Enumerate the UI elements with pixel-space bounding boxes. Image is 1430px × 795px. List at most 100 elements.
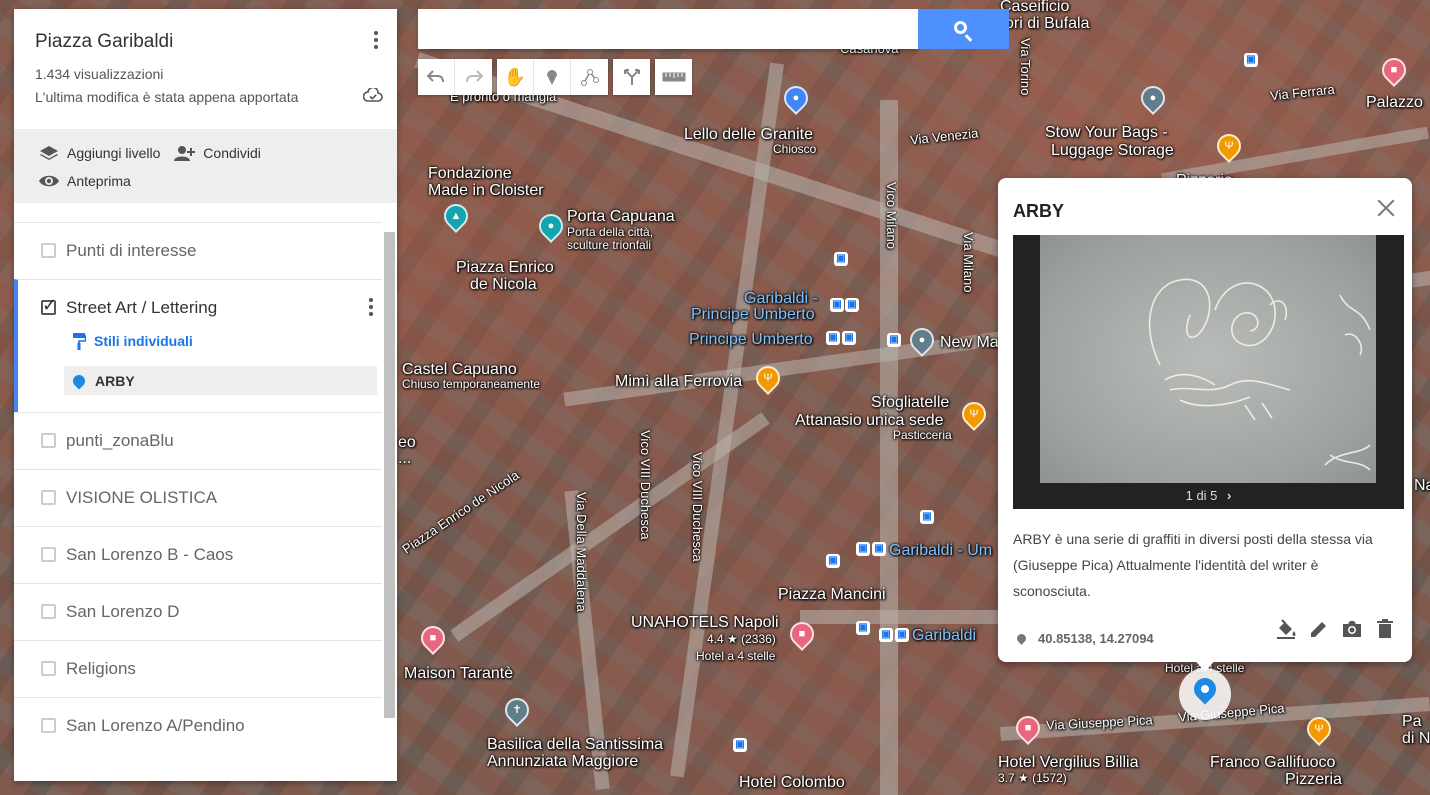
toolbar-group-directions bbox=[613, 59, 650, 95]
layer-item[interactable]: VISIONE OLISTICA bbox=[14, 469, 382, 526]
share-button[interactable]: Condividi bbox=[174, 142, 261, 164]
layer-checkbox[interactable] bbox=[41, 433, 56, 448]
individual-styles-label: Stili individuali bbox=[94, 333, 193, 349]
map-label: Hotel Vergilius Billia bbox=[998, 754, 1139, 771]
hotel-marker[interactable]: ■ bbox=[1377, 53, 1411, 87]
bus-stop-icon[interactable]: ▣ bbox=[826, 554, 840, 568]
last-edit-status: L'ultima modifica è stata appena apporta… bbox=[35, 89, 299, 105]
coordinates-text: 40.85138, 14.27094 bbox=[1038, 631, 1154, 646]
bus-stop-icon[interactable]: ▣ bbox=[887, 333, 901, 347]
undo-button[interactable] bbox=[418, 59, 455, 95]
place-marker[interactable]: ● bbox=[1136, 81, 1170, 115]
camera-icon[interactable] bbox=[1341, 618, 1363, 640]
restaurant-marker[interactable]: Ψ bbox=[957, 397, 991, 431]
draw-line-button[interactable] bbox=[571, 59, 608, 95]
hotel-marker[interactable]: ■ bbox=[416, 621, 450, 655]
map-label: Luggage Storage bbox=[1051, 142, 1174, 159]
restaurant-marker[interactable]: Ψ bbox=[1212, 129, 1246, 163]
bus-stop-icon[interactable]: ▣ bbox=[856, 621, 870, 635]
place-marker[interactable]: ● bbox=[779, 81, 813, 115]
bus-stop-icon[interactable]: ▣ bbox=[1244, 53, 1258, 67]
bus-stop-icon[interactable]: ▣ bbox=[920, 510, 934, 524]
layer-checkbox[interactable] bbox=[41, 718, 56, 733]
search-input[interactable] bbox=[418, 9, 918, 49]
bus-stop-icon[interactable]: ▣ bbox=[733, 738, 747, 752]
add-marker-button[interactable] bbox=[534, 59, 571, 95]
layer-name: San Lorenzo B - Caos bbox=[66, 545, 234, 564]
hand-icon: ✋ bbox=[503, 66, 527, 87]
map-title[interactable]: Piazza Garibaldi bbox=[35, 31, 376, 53]
toolbar-group-edit bbox=[418, 59, 492, 95]
bus-stop-icon[interactable]: ▣ bbox=[845, 298, 859, 312]
layer-checkbox[interactable] bbox=[41, 547, 56, 562]
map-label: Basilica della Santissima bbox=[487, 736, 664, 753]
map-legend-panel: Piazza Garibaldi 1.434 visualizzazioni L… bbox=[14, 9, 397, 781]
directions-button[interactable] bbox=[613, 59, 650, 95]
redo-icon bbox=[465, 70, 483, 83]
layer-item[interactable]: San Lorenzo B - Caos bbox=[14, 526, 382, 583]
map-label: Annunziata Maggiore bbox=[487, 753, 639, 770]
map-label: 4.4 ★ (2336) bbox=[707, 632, 776, 646]
individual-styles-link[interactable]: Stili individuali bbox=[72, 332, 193, 350]
marker-pin-icon bbox=[1189, 673, 1221, 705]
layer-item[interactable]: San Lorenzo D bbox=[14, 583, 382, 640]
map-label: Fondazione bbox=[428, 165, 512, 182]
map-options-menu-icon[interactable] bbox=[371, 31, 381, 51]
bus-stop-icon[interactable]: ▣ bbox=[856, 542, 870, 556]
bus-stop-icon[interactable]: ▣ bbox=[842, 331, 856, 345]
layer-checkbox[interactable] bbox=[41, 604, 56, 619]
map-label: Principe Umberto bbox=[691, 306, 815, 323]
chevron-right-icon[interactable]: › bbox=[1227, 488, 1231, 503]
bus-stop-icon[interactable]: ▣ bbox=[830, 298, 844, 312]
photo-pagination[interactable]: 1 di 5 › bbox=[1013, 483, 1404, 509]
layer-checkbox[interactable] bbox=[41, 661, 56, 676]
feature-title: ARBY bbox=[1013, 201, 1065, 221]
layer-name: Punti di interesse bbox=[66, 241, 197, 260]
layer-checkbox-checked[interactable] bbox=[41, 295, 57, 316]
map-label: sculture trionfali bbox=[567, 238, 652, 252]
layer-item[interactable]: San Lorenzo A/Pendino bbox=[14, 697, 382, 754]
layer-checkbox[interactable] bbox=[41, 243, 56, 258]
bus-stop-icon[interactable]: ▣ bbox=[826, 331, 840, 345]
bus-stop-icon[interactable]: ▣ bbox=[879, 628, 893, 642]
close-icon[interactable] bbox=[1377, 199, 1395, 217]
pan-hand-button[interactable]: ✋ bbox=[497, 59, 534, 95]
layer-options-menu-icon[interactable] bbox=[366, 298, 376, 320]
museum-marker[interactable]: ▲ bbox=[439, 199, 473, 233]
bus-stop-icon[interactable]: ▣ bbox=[895, 628, 909, 642]
layer-name: Religions bbox=[66, 659, 136, 678]
layer-checkbox[interactable] bbox=[41, 490, 56, 505]
map-label: Lello delle Granite bbox=[684, 126, 813, 143]
edit-pencil-icon[interactable] bbox=[1308, 618, 1330, 640]
add-layer-button[interactable]: Aggiungi livello bbox=[38, 142, 160, 164]
layer-item[interactable]: Punti di interesse bbox=[14, 222, 382, 279]
landmark-marker[interactable]: ● bbox=[534, 209, 568, 243]
layer-item-active[interactable]: Street Art / Lettering Stili individuali… bbox=[14, 279, 382, 412]
preview-button[interactable]: Anteprima bbox=[38, 170, 131, 192]
panel-scrollbar[interactable] bbox=[384, 232, 395, 718]
redo-button[interactable] bbox=[455, 59, 492, 95]
map-toolbar: ✋ bbox=[418, 59, 697, 95]
preview-label: Anteprima bbox=[67, 173, 131, 189]
map-label: Pasticceria bbox=[893, 428, 952, 442]
style-bucket-icon[interactable] bbox=[1275, 618, 1297, 640]
graffiti-photo bbox=[1040, 235, 1376, 483]
layer-item[interactable]: punti_zonaBlu bbox=[14, 412, 382, 469]
layer-item[interactable]: Religions bbox=[14, 640, 382, 697]
bus-stop-icon[interactable]: ▣ bbox=[872, 542, 886, 556]
map-label: UNAHOTELS Napoli bbox=[631, 614, 779, 631]
feature-item-arby[interactable]: ARBY bbox=[64, 366, 377, 395]
map-label: Vico VIII Duchesca bbox=[638, 430, 653, 540]
selected-feature-marker[interactable] bbox=[1179, 668, 1231, 720]
feature-photo[interactable]: 1 di 5 › bbox=[1013, 235, 1404, 509]
map-label: Hotel a 4 stelle bbox=[696, 649, 776, 663]
map-label: Hotel Colombo bbox=[739, 774, 845, 791]
bus-stop-icon[interactable]: ▣ bbox=[834, 252, 848, 266]
measure-button[interactable] bbox=[655, 59, 692, 95]
map-label: Maison Tarantè bbox=[404, 665, 514, 682]
church-marker[interactable]: ✝ bbox=[500, 693, 534, 727]
map-label: Via Venezia bbox=[909, 125, 979, 148]
map-label: Vico VIII Duchesca bbox=[690, 452, 705, 562]
search-button[interactable] bbox=[918, 9, 1009, 49]
trash-icon[interactable] bbox=[1374, 618, 1396, 640]
